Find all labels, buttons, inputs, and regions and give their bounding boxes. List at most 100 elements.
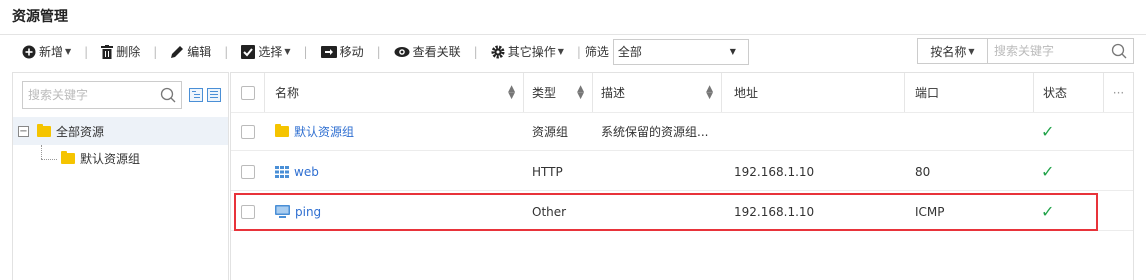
filter-value: 全部	[617, 45, 642, 59]
tree-search-input[interactable]	[28, 88, 160, 102]
status-cell: ✓	[1041, 153, 1054, 190]
select-all-checkbox[interactable]	[240, 85, 255, 100]
folder-icon	[37, 123, 51, 137]
move-icon	[320, 45, 337, 58]
chevron-down-icon: ▼	[729, 47, 736, 56]
status-cell: ✓	[1041, 113, 1054, 150]
header-type[interactable]: 类型 ▲ ▼	[524, 73, 593, 112]
tree-node-label: 全部资源	[56, 124, 105, 139]
port-cell: ICMP	[915, 204, 945, 219]
tree-node-all-resources[interactable]: − 全部资源	[13, 117, 228, 145]
header-label: 状态	[1043, 86, 1068, 100]
row-checkbox[interactable]	[241, 204, 255, 219]
address-cell: 192.168.1.10	[734, 164, 815, 179]
gear-icon	[491, 45, 505, 58]
separator: |	[303, 44, 308, 59]
address-cell: 192.168.1.10	[734, 204, 815, 219]
add-button[interactable]: 新增 ▼	[18, 35, 75, 68]
row-checkbox[interactable]	[241, 124, 255, 139]
filter-label: 筛选	[584, 45, 609, 59]
select-button[interactable]: 选择 ▼	[237, 35, 294, 68]
move-button[interactable]: 移动	[317, 35, 368, 68]
resource-name-link[interactable]: web	[294, 165, 319, 179]
trash-icon	[101, 44, 114, 59]
folder-icon	[61, 151, 75, 164]
port-cell: 80	[915, 164, 931, 179]
other-ops-label: 其它操作	[507, 45, 556, 59]
type-cell: 资源组	[532, 125, 569, 139]
delete-button[interactable]: 删除	[97, 35, 144, 68]
edit-button[interactable]: 编辑	[166, 35, 215, 68]
status-cell: ✓	[1041, 193, 1054, 230]
type-cell: Other	[532, 204, 567, 219]
grid-app-icon	[275, 165, 289, 178]
folder-icon	[275, 124, 289, 137]
eye-icon	[394, 46, 410, 57]
chevron-down-icon: ▼	[557, 47, 564, 56]
status-ok-icon: ✓	[1041, 122, 1055, 141]
separator: |	[224, 44, 229, 59]
expand-all-icon[interactable]	[189, 88, 203, 102]
collapse-toggle[interactable]: −	[18, 125, 29, 137]
move-label: 移动	[339, 45, 364, 59]
delete-label: 删除	[116, 45, 141, 59]
edit-label: 编辑	[187, 45, 212, 59]
row-checkbox[interactable]	[241, 164, 255, 179]
sort-select[interactable]: 按名称 ▼	[917, 38, 988, 64]
tree-node-default-group[interactable]: 默认资源组	[61, 150, 140, 167]
header-label: 端口	[915, 86, 940, 100]
other-ops-button[interactable]: 其它操作 ▼	[487, 35, 568, 68]
separator: |	[473, 44, 478, 59]
sort-icon[interactable]: ▲ ▼	[706, 84, 713, 100]
pencil-icon	[171, 45, 184, 58]
header-name[interactable]: 名称 ▲ ▼	[265, 73, 524, 112]
search-input[interactable]	[994, 44, 1111, 58]
view-assoc-label: 查看关联	[412, 45, 461, 59]
tree-node-label: 默认资源组	[80, 152, 141, 166]
table-row[interactable]: 默认资源组 资源组 系统保留的资源组... ✓	[231, 113, 1133, 151]
separator: |	[84, 44, 89, 59]
plus-circle-icon	[22, 45, 36, 58]
select-label: 选择	[258, 45, 283, 59]
header-label: 类型	[532, 86, 557, 100]
page-title: 资源管理	[12, 9, 68, 25]
header-desc[interactable]: 描述 ▲ ▼	[593, 73, 722, 112]
sort-icon[interactable]: ▲ ▼	[577, 84, 584, 100]
header-status: 状态	[1034, 73, 1104, 112]
tree-connector	[41, 159, 57, 160]
resource-table: 名称 ▲ ▼ 类型 ▲ ▼ 描述 ▲ ▼ 地址 端口 状态 ··· 默认资源组 资源组 系统…	[230, 72, 1134, 280]
tree-search-box	[22, 81, 182, 109]
separator: |	[153, 44, 158, 59]
name-cell: 默认资源组	[275, 113, 354, 150]
header-label: 地址	[734, 86, 759, 100]
desc-cell: 系统保留的资源组...	[601, 125, 709, 139]
filter-select[interactable]: 全部 ▼	[612, 38, 749, 65]
add-label: 新增	[39, 45, 64, 59]
search-box	[988, 38, 1134, 64]
header-checkbox-cell	[231, 73, 265, 112]
type-cell: HTTP	[532, 164, 563, 179]
sort-icon[interactable]: ▲ ▼	[508, 84, 515, 100]
resource-name-link[interactable]: ping	[295, 205, 321, 219]
name-cell: web	[275, 153, 319, 190]
row-checkbox-cell	[231, 113, 265, 150]
table-header: 名称 ▲ ▼ 类型 ▲ ▼ 描述 ▲ ▼ 地址 端口 状态 ···	[231, 73, 1133, 113]
monitor-icon	[275, 205, 290, 218]
view-assoc-button[interactable]: 查看关联	[390, 35, 465, 68]
chevron-down-icon: ▼	[65, 47, 72, 56]
collapse-all-icon[interactable]	[207, 88, 221, 102]
column-options-icon[interactable]: ···	[1104, 73, 1133, 112]
checkbox-icon	[241, 44, 256, 59]
row-checkbox-cell	[231, 153, 265, 190]
chevron-down-icon: ▼	[968, 46, 975, 56]
header-port: 端口	[905, 73, 1034, 112]
resource-name-link[interactable]: 默认资源组	[294, 123, 354, 140]
search-icon[interactable]	[1111, 43, 1127, 59]
table-row[interactable]: web HTTP 192.168.1.10 80 ✓	[231, 153, 1133, 191]
header-label: 名称	[275, 86, 300, 100]
header-address: 地址	[722, 73, 905, 112]
tree-connector	[41, 145, 42, 159]
search-icon[interactable]	[160, 87, 176, 103]
status-ok-icon: ✓	[1041, 162, 1055, 181]
table-row[interactable]: ping Other 192.168.1.10 ICMP ✓	[231, 193, 1133, 231]
